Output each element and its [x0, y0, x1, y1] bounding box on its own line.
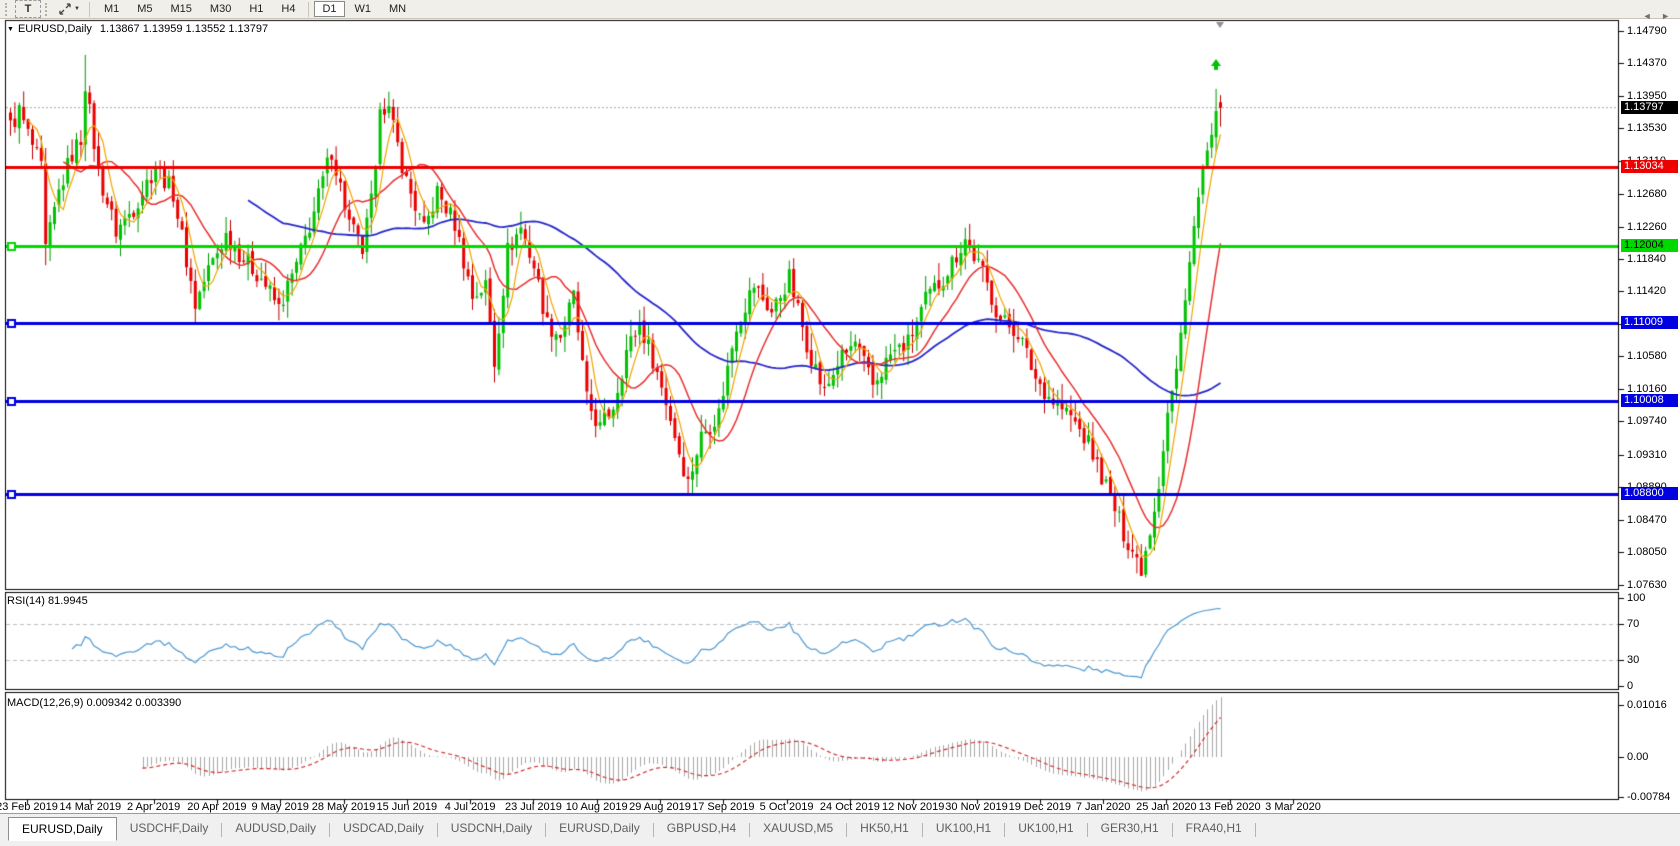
chart-tab-usdchf-daily[interactable]: USDCHF,Daily [117, 817, 222, 839]
date-axis-label: 30 Nov 2019 [945, 801, 1007, 813]
toolbar: T ▼ M1M5M15M30H1H4 D1W1MN [0, 0, 1680, 19]
dropdown-caret-icon: ▼ [74, 6, 80, 12]
chart-tab-fra40-h1[interactable]: FRA40,H1 [1173, 817, 1255, 839]
price-axis-label: 1.09310 [1627, 449, 1667, 462]
date-axis-label: 23 Feb 2019 [0, 801, 58, 813]
date-axis-label: 29 Aug 2019 [629, 801, 691, 813]
macd-axis-label: 0.00 [1627, 751, 1648, 764]
tab-scroll-right-icon[interactable]: ► [1661, 11, 1670, 21]
toolbar-separator [89, 2, 90, 17]
hline-price-badge: 1.11009 [1621, 316, 1678, 329]
chart-tab-gbpusd-h4[interactable]: GBPUSD,H4 [654, 817, 749, 839]
chart-symbol-label: EURUSD,Daily [18, 23, 92, 35]
chart-tab-xauusd-m5[interactable]: XAUUSD,M5 [750, 817, 846, 839]
chart-tab-uk100-h1[interactable]: UK100,H1 [923, 817, 1004, 839]
date-axis-label: 2 Apr 2019 [127, 801, 180, 813]
macd-indicator-label: MACD(12,26,9) 0.009342 0.003390 [7, 697, 181, 709]
timeframe-buttons: M1M5M15M30H1H4 D1W1MN [95, 0, 415, 19]
hline-price-badge: 1.13034 [1621, 160, 1678, 173]
price-axis-label: 1.11420 [1627, 285, 1666, 298]
date-axis-label: 10 Aug 2019 [566, 801, 628, 813]
rsi-axis-label: 30 [1627, 654, 1639, 667]
timeframe-button-w1[interactable]: W1 [347, 1, 380, 17]
chart-tab-ger30-h1[interactable]: GER30,H1 [1088, 817, 1172, 839]
macd-axis-label: -0.00784 [1627, 791, 1670, 804]
date-axis-label: 25 Jan 2020 [1136, 801, 1197, 813]
price-axis-label: 1.12680 [1627, 188, 1667, 201]
timeframe-button-m15[interactable]: M15 [163, 1, 200, 17]
chart-tab-hk50-h1[interactable]: HK50,H1 [847, 817, 922, 839]
chart-tab-uk100-h1[interactable]: UK100,H1 [1005, 817, 1086, 839]
date-axis-label: 5 Oct 2019 [760, 801, 814, 813]
chart-tab-audusd-daily[interactable]: AUDUSD,Daily [222, 817, 329, 839]
rsi-axis-label: 0 [1627, 680, 1633, 693]
cursor-tool-button[interactable]: ▼ [55, 0, 84, 18]
tab-scroll-arrows: ◄ ► [1636, 11, 1670, 21]
timeframe-button-h1[interactable]: H1 [241, 1, 271, 17]
chart-tab-usdcnh-daily[interactable]: USDCNH,Daily [438, 817, 545, 839]
price-axis-label: 1.11840 [1627, 253, 1666, 266]
chart-title: ▼ EURUSD,Daily 1.13867 1.13959 1.13552 1.1… [7, 23, 268, 35]
date-axis-label: 13 Feb 2020 [1199, 801, 1261, 813]
price-axis-label: 1.12260 [1627, 221, 1667, 234]
date-axis-label: 7 Jan 2020 [1076, 801, 1130, 813]
price-axis-label: 1.08050 [1627, 546, 1667, 559]
macd-axis-label: 0.01016 [1627, 699, 1667, 712]
chart-ohlc-values: 1.13867 1.13959 1.13552 1.13797 [100, 23, 268, 35]
current-price-badge: 1.13797 [1621, 101, 1678, 114]
collapse-triangle-icon[interactable]: ▼ [7, 26, 14, 33]
hline-price-badge: 1.08800 [1621, 487, 1678, 500]
timeframe-button-m5[interactable]: M5 [129, 1, 160, 17]
price-axis-label: 1.13530 [1627, 122, 1667, 135]
date-axis-label: 28 May 2019 [312, 801, 376, 813]
chart-tab-usdcad-daily[interactable]: USDCAD,Daily [330, 817, 437, 839]
date-axis-label: 23 Jul 2019 [505, 801, 562, 813]
date-axis-label: 9 May 2019 [251, 801, 308, 813]
cursor-arrows-icon [59, 3, 71, 15]
price-axis-label: 1.09740 [1627, 415, 1667, 428]
timeframe-button-mn[interactable]: MN [381, 1, 414, 17]
date-axis-label: 15 Jun 2019 [377, 801, 438, 813]
date-axis-label: 20 Apr 2019 [187, 801, 246, 813]
date-axis-label: 3 Mar 2020 [1265, 801, 1321, 813]
date-axis-label: 17 Sep 2019 [692, 801, 754, 813]
date-axis-label: 19 Dec 2019 [1009, 801, 1071, 813]
timeframe-button-h4[interactable]: H4 [273, 1, 303, 17]
price-axis-label: 1.08470 [1627, 514, 1667, 527]
chart-tab-eurusd-daily[interactable]: EURUSD,Daily [8, 817, 117, 841]
price-axis-label: 1.14370 [1627, 57, 1667, 70]
hline-price-badge: 1.10008 [1621, 394, 1678, 407]
rsi-axis-label: 70 [1627, 618, 1639, 631]
text-tool-button[interactable]: T [15, 0, 41, 18]
rsi-axis-label: 100 [1627, 592, 1645, 605]
timeframe-button-m1[interactable]: M1 [96, 1, 127, 17]
date-axis-label: 12 Nov 2019 [882, 801, 944, 813]
price-chart-canvas[interactable] [0, 0, 1680, 846]
tab-scroll-left-icon[interactable]: ◄ [1643, 11, 1652, 21]
date-axis-label: 14 Mar 2019 [59, 801, 121, 813]
price-axis-label: 1.10580 [1627, 350, 1667, 363]
rsi-indicator-label: RSI(14) 81.9945 [7, 595, 88, 607]
timeframe-button-d1[interactable]: D1 [314, 1, 344, 17]
date-axis-label: 4 Jul 2019 [445, 801, 496, 813]
chart-tab-eurusd-daily[interactable]: EURUSD,Daily [546, 817, 653, 839]
hline-price-badge: 1.12004 [1621, 239, 1678, 252]
price-axis-label: 1.07630 [1627, 579, 1667, 592]
toolbar-grip-2[interactable] [45, 3, 51, 16]
chart-tabs-bar: EURUSD,DailyUSDCHF,DailyAUDUSD,DailyUSDC… [0, 813, 1680, 846]
tab-separator [1255, 823, 1256, 837]
timeframe-button-m30[interactable]: M30 [202, 1, 239, 17]
toolbar-separator-2 [308, 2, 309, 17]
toolbar-grip[interactable] [5, 3, 11, 16]
price-axis-label: 1.14790 [1627, 25, 1667, 38]
date-axis-label: 24 Oct 2019 [820, 801, 880, 813]
